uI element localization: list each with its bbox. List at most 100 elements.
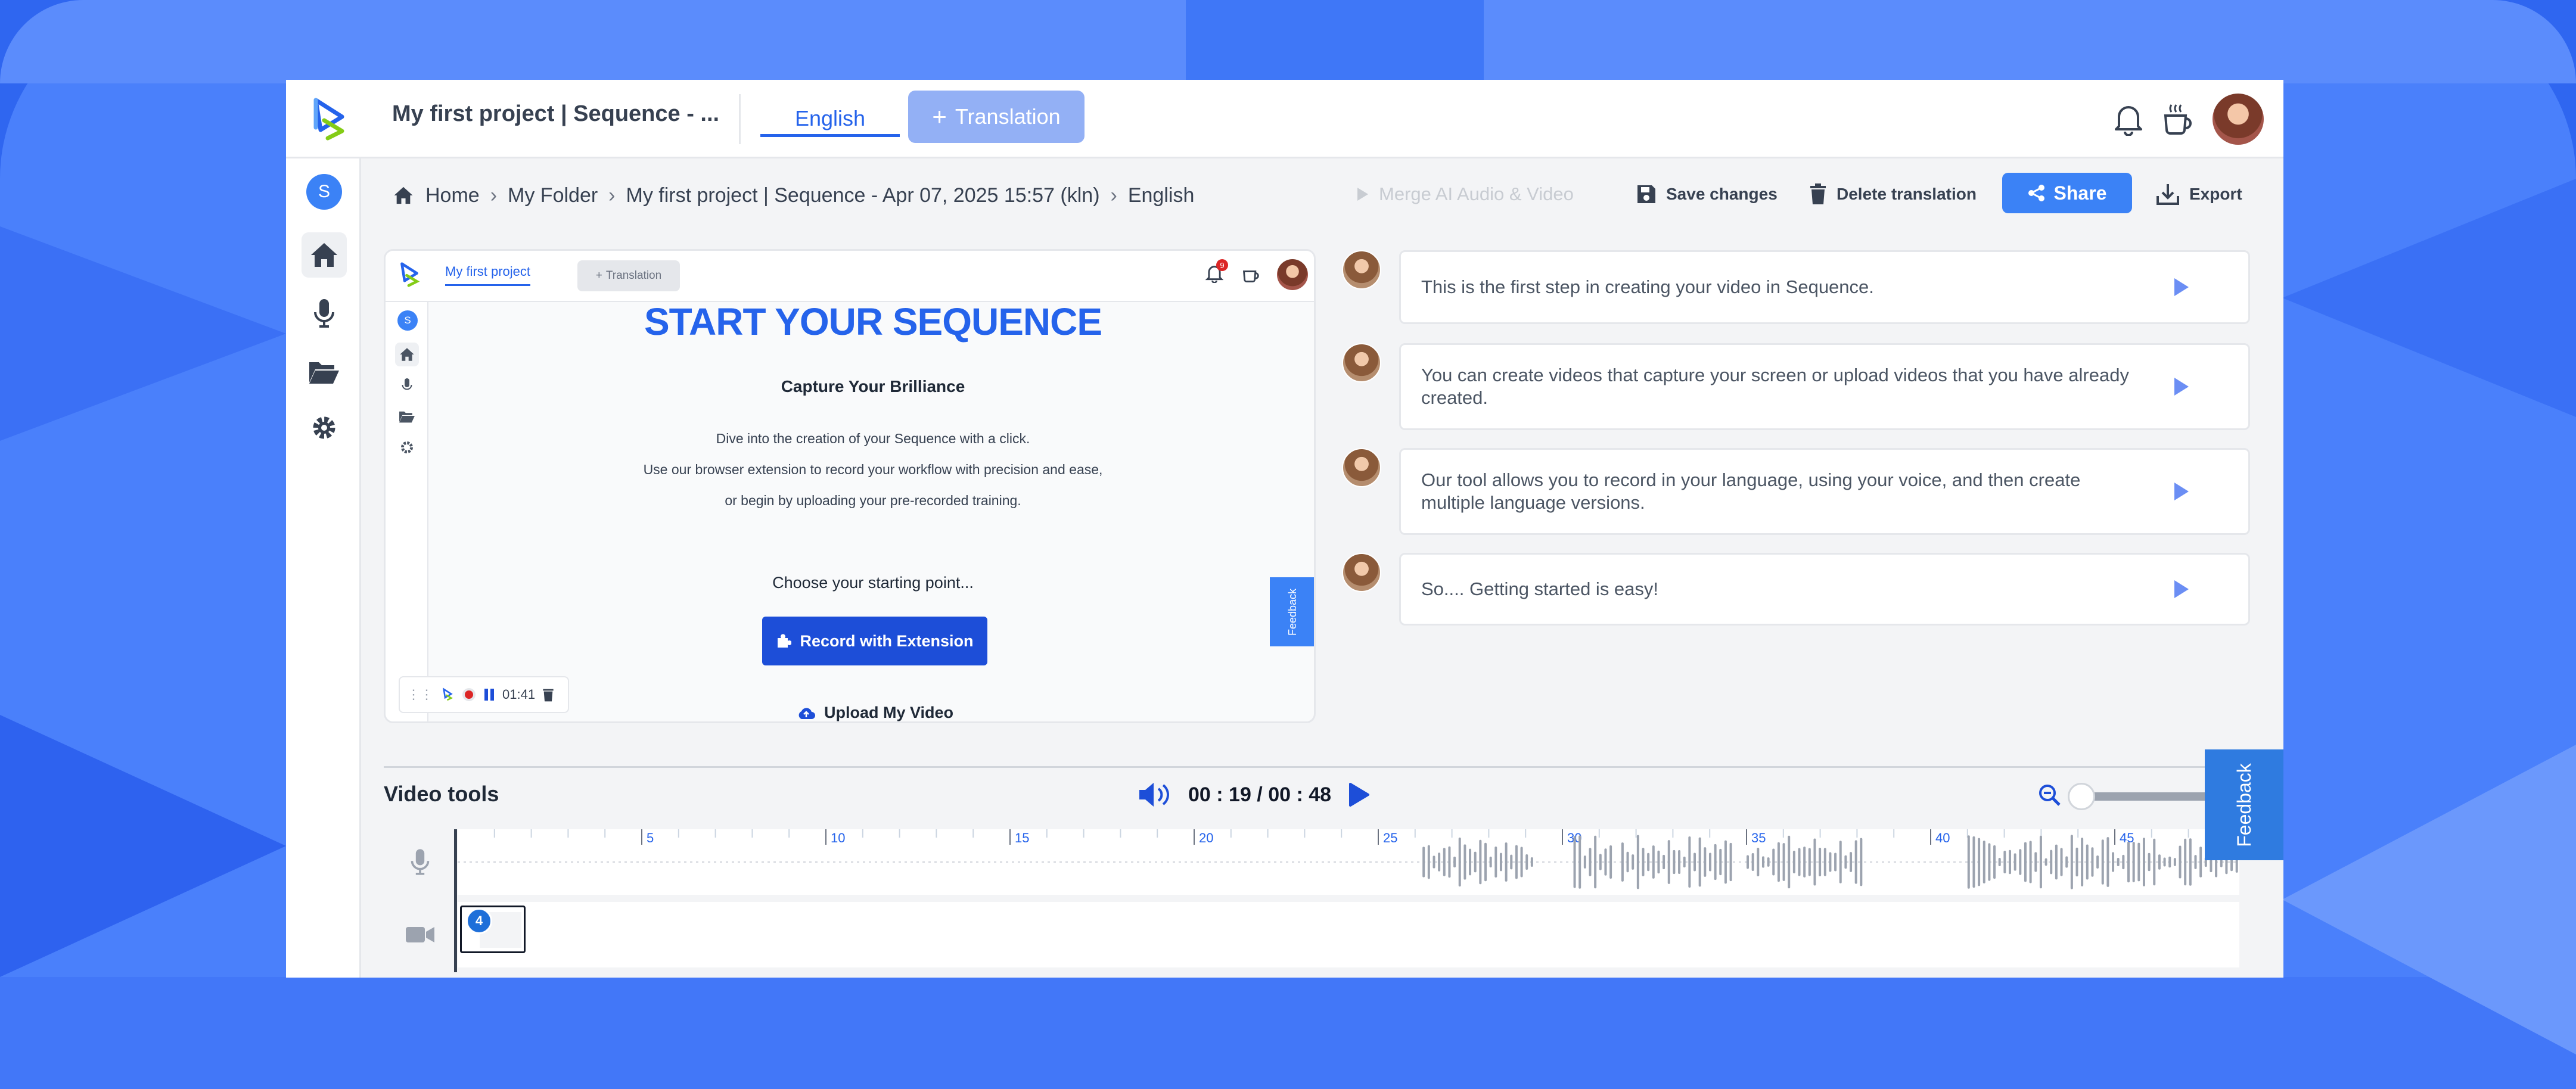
share-button[interactable]: Share bbox=[2002, 173, 2132, 213]
save-label: Save changes bbox=[1666, 185, 1778, 203]
breadcrumb-home[interactable]: Home bbox=[425, 184, 480, 207]
divider bbox=[384, 766, 2283, 768]
sidebar-item-home[interactable] bbox=[302, 232, 347, 278]
export-button[interactable]: Export bbox=[2156, 173, 2242, 216]
waveform-bar bbox=[1854, 840, 1857, 884]
preview-tab: My first project bbox=[445, 264, 531, 286]
top-bar: My first project | Sequence - ... Englis… bbox=[286, 80, 2283, 158]
waveform-bar bbox=[2132, 842, 2135, 882]
breadcrumb-folder[interactable]: My Folder bbox=[508, 184, 598, 207]
trash-icon bbox=[543, 689, 554, 702]
logo-icon bbox=[395, 260, 424, 289]
preview-translation-label: Translation bbox=[605, 269, 662, 282]
waveform-bar bbox=[2029, 841, 2032, 883]
waveform-bar bbox=[1688, 836, 1691, 888]
waveform-bar bbox=[2050, 850, 2053, 875]
video-preview[interactable]: My first project + Translation 9 S START… bbox=[384, 249, 1316, 723]
script-text-card[interactable]: So.... Getting started is easy! bbox=[1399, 553, 2250, 626]
cloud-upload-icon bbox=[798, 707, 815, 719]
record-icon bbox=[462, 688, 476, 701]
video-track-icon bbox=[399, 914, 441, 956]
waveform-bar bbox=[1792, 851, 1795, 873]
merge-label: Merge AI Audio & Video bbox=[1379, 183, 1574, 204]
waveform-bar bbox=[1704, 847, 1707, 877]
waveform-bar bbox=[1663, 854, 1665, 870]
volume-icon[interactable] bbox=[1138, 782, 1173, 808]
notification-badge: 9 bbox=[1216, 259, 1228, 271]
project-title[interactable]: My first project | Sequence - ... bbox=[392, 101, 719, 127]
waveform-bar bbox=[1609, 845, 1612, 879]
coffee-icon[interactable] bbox=[2157, 98, 2200, 141]
waveform-bar bbox=[1621, 842, 1624, 882]
ruler-label: 15 bbox=[1015, 830, 1029, 845]
waveform-bar bbox=[1448, 846, 1451, 878]
waveform-bar bbox=[1657, 850, 1660, 874]
waveform-bar bbox=[1788, 835, 1791, 889]
script-text-card[interactable]: Our tool allows you to record in your la… bbox=[1399, 448, 2250, 535]
waveform-bar bbox=[2055, 844, 2058, 880]
video-track[interactable] bbox=[458, 902, 2239, 967]
waveform-bar bbox=[1714, 844, 1717, 880]
play-icon[interactable] bbox=[2174, 580, 2189, 598]
script-text-card[interactable]: You can create videos that capture your … bbox=[1399, 343, 2250, 430]
waveform-bar bbox=[2173, 858, 2176, 866]
export-label: Export bbox=[2189, 185, 2242, 203]
add-translation-button[interactable]: + Translation bbox=[908, 91, 1085, 143]
script-text: Our tool allows you to record in your la… bbox=[1421, 469, 2081, 513]
merge-audio-video-button[interactable]: Merge AI Audio & Video bbox=[1356, 173, 1574, 216]
waveform-bar bbox=[2148, 852, 2151, 872]
waveform-bar bbox=[2003, 851, 2006, 873]
logo-icon[interactable] bbox=[304, 94, 354, 144]
audio-track-icon bbox=[399, 841, 441, 883]
play-icon[interactable] bbox=[2174, 378, 2189, 396]
waveform-bar bbox=[1747, 855, 1749, 869]
play-button[interactable] bbox=[1347, 782, 1371, 807]
preview-record-label: Record with Extension bbox=[800, 631, 974, 650]
zoom-slider-track[interactable] bbox=[2074, 792, 2217, 801]
script-text: So.... Getting started is easy! bbox=[1421, 578, 1659, 599]
user-avatar[interactable] bbox=[2211, 92, 2266, 147]
waveform-bar bbox=[1647, 852, 1650, 872]
sidebar-item-folders[interactable] bbox=[302, 349, 347, 394]
zoom-slider-handle[interactable] bbox=[2068, 783, 2095, 810]
waveform-bar bbox=[1578, 835, 1581, 889]
waveform-bar bbox=[2075, 847, 2078, 877]
play-icon[interactable] bbox=[2174, 278, 2189, 296]
sidebar-item-settings[interactable] bbox=[302, 405, 347, 450]
narrator-avatar bbox=[1342, 448, 1381, 487]
delete-translation-button[interactable]: Delete translation bbox=[1809, 173, 1977, 216]
script-text-card[interactable]: This is the first step in creating your … bbox=[1399, 250, 2250, 324]
sidebar-item-record[interactable] bbox=[302, 291, 347, 336]
preview-upload-button: Upload My Video bbox=[797, 704, 953, 721]
play-icon[interactable] bbox=[2174, 483, 2189, 500]
preview-top-bar: My first project + Translation 9 bbox=[386, 251, 1314, 302]
tab-english[interactable]: English bbox=[760, 102, 900, 137]
playhead[interactable] bbox=[454, 829, 457, 972]
waveform-bar bbox=[1583, 855, 1586, 869]
audio-track[interactable]: 51015202530354045 bbox=[458, 829, 2239, 895]
background-band bbox=[0, 977, 2576, 1089]
breadcrumb-project[interactable]: My first project | Sequence - Apr 07, 20… bbox=[626, 184, 1100, 207]
waveform-bar bbox=[2194, 855, 2197, 869]
app-window: My first project | Sequence - ... Englis… bbox=[286, 80, 2283, 978]
breadcrumb-language: English bbox=[1127, 183, 1195, 207]
waveform-bar bbox=[2039, 835, 2042, 889]
share-label: Share bbox=[2053, 182, 2107, 204]
workspace-avatar[interactable]: S bbox=[306, 174, 342, 210]
preview-headline: START YOUR SEQUENCE bbox=[644, 300, 1102, 343]
waveform-bar bbox=[1515, 845, 1518, 879]
bell-icon[interactable] bbox=[2107, 98, 2150, 141]
waveform-bar bbox=[2091, 847, 2094, 877]
preview-description-line: Dive into the creation of your Sequence … bbox=[716, 431, 1030, 446]
feedback-tab[interactable]: Feedback bbox=[2205, 749, 2283, 860]
feedback-label: Feedback bbox=[2233, 763, 2255, 847]
puzzle-icon bbox=[778, 634, 792, 648]
waveform-bar bbox=[2158, 854, 2161, 870]
waveform-bar bbox=[2024, 842, 2027, 882]
zoom-out-icon[interactable] bbox=[2032, 780, 2068, 810]
waveform-bar bbox=[2117, 858, 2120, 866]
save-changes-button[interactable]: Save changes bbox=[1636, 173, 1778, 216]
folder-open-icon bbox=[309, 362, 339, 384]
save-icon bbox=[1637, 185, 1655, 203]
plus-icon: + bbox=[595, 269, 602, 282]
